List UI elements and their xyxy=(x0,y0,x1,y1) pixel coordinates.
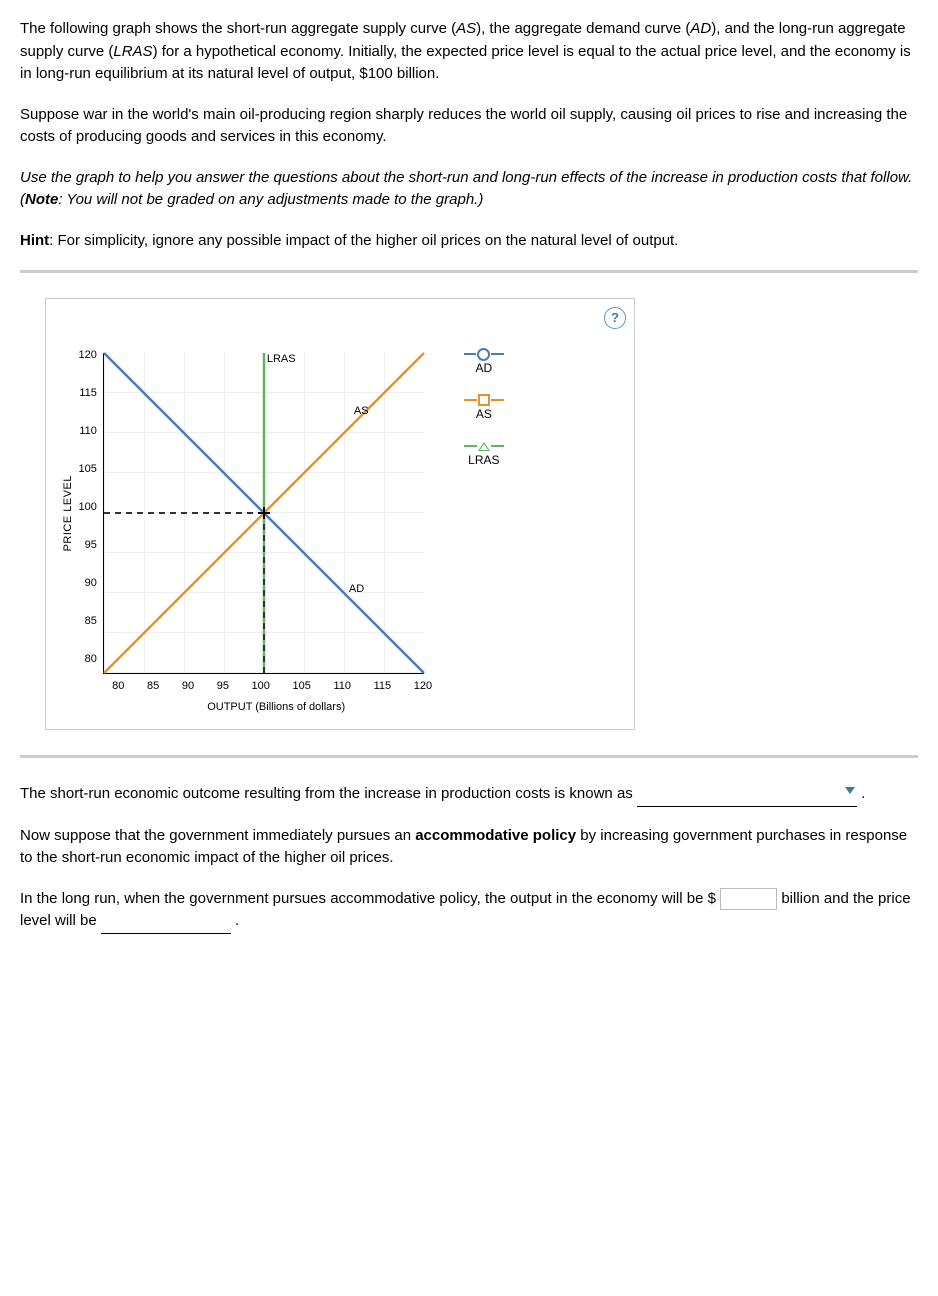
intro-paragraph-2: Suppose war in the world's main oil-prod… xyxy=(20,104,918,149)
instructions-paragraph: Use the graph to help you answer the que… xyxy=(20,167,918,212)
help-button[interactable]: ? xyxy=(604,307,626,329)
ad-label: AD xyxy=(349,581,364,598)
legend-ad[interactable]: AD xyxy=(464,353,504,377)
x-axis-label: OUTPUT (Billions of dollars) xyxy=(116,699,436,716)
legend: AD AS LRAS xyxy=(464,353,504,469)
plot-area[interactable]: LRAS AS AD xyxy=(103,353,424,674)
intro-paragraph-1: The following graph shows the short-run … xyxy=(20,18,918,86)
lras-label: LRAS xyxy=(267,351,296,368)
circle-marker-icon xyxy=(477,348,490,361)
y-axis-ticks: 120 115 110 105 100 95 90 85 80 xyxy=(79,347,103,667)
legend-lras[interactable]: LRAS xyxy=(464,445,504,469)
x-axis-ticks: 80 85 90 95 100 105 110 115 120 xyxy=(112,678,432,695)
question-1: The short-run economic outcome resulting… xyxy=(20,783,918,807)
hint-paragraph: Hint: For simplicity, ignore any possibl… xyxy=(20,230,918,253)
as-label: AS xyxy=(354,403,369,420)
legend-as[interactable]: AS xyxy=(464,399,504,423)
outcome-dropdown[interactable] xyxy=(637,783,857,807)
question-2: In the long run, when the government pur… xyxy=(20,888,918,934)
paragraph-accommodative: Now suppose that the government immediat… xyxy=(20,825,918,870)
output-input[interactable] xyxy=(720,888,777,910)
divider-bottom xyxy=(20,755,918,758)
square-marker-icon xyxy=(478,394,490,406)
price-level-dropdown[interactable] xyxy=(101,910,231,934)
divider-top xyxy=(20,270,918,273)
y-axis-label: PRICE LEVEL xyxy=(60,475,77,551)
triangle-marker-icon xyxy=(478,442,490,451)
graph-container: ? PRICE LEVEL 120 115 110 105 100 95 90 … xyxy=(45,298,635,730)
